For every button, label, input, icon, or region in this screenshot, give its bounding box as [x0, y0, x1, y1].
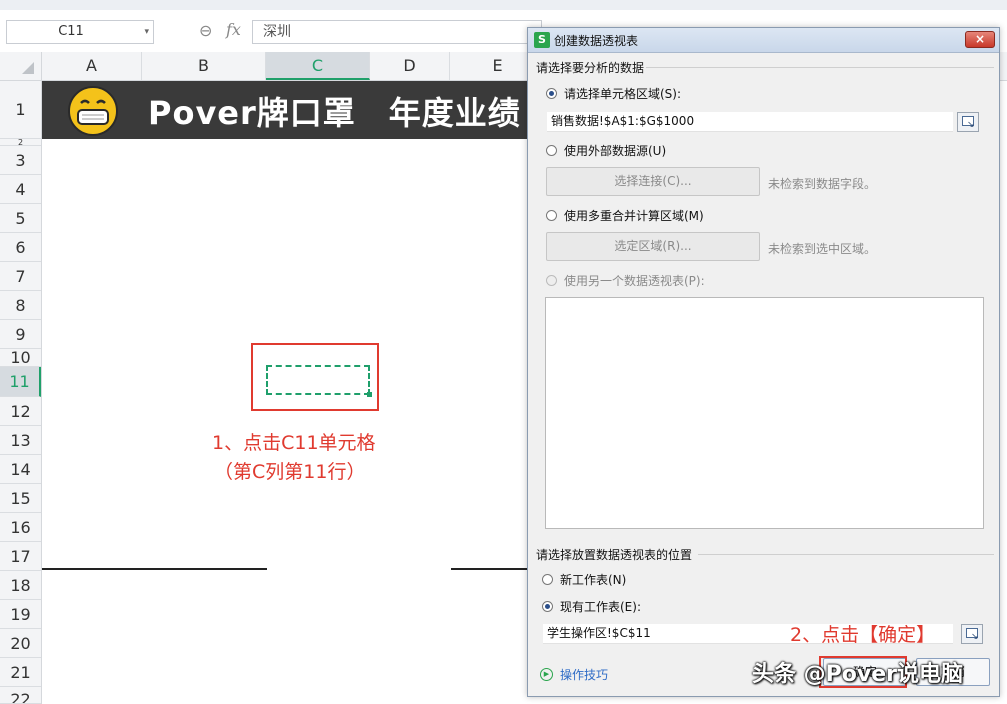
label-multi-consolidation: 使用多重合并计算区域(M)	[564, 209, 704, 223]
formula-value: 深圳	[263, 24, 291, 40]
selected-cell-c11[interactable]	[266, 365, 370, 395]
row-header-10[interactable]: 10	[0, 349, 41, 367]
label-other-pivot: 使用另一个数据透视表(P):	[564, 274, 705, 288]
mask-face-logo-icon	[68, 86, 118, 136]
column-header-d[interactable]: D	[370, 52, 450, 80]
app-icon: S	[534, 32, 550, 48]
row-header-21[interactable]: 21	[0, 658, 41, 687]
label-external-source: 使用外部数据源(U)	[564, 144, 667, 158]
row-headers: 1 2 3 4 5 6 7 8 9 10 11 12 13 14 15 16 1…	[0, 81, 42, 704]
section-location-heading: 请选择放置数据透视表的位置	[536, 548, 693, 562]
range-input[interactable]: 销售数据!$A$1:$G$1000	[547, 112, 953, 132]
row-header-1[interactable]: 1	[0, 81, 41, 139]
range-picker-button[interactable]: ↘	[957, 112, 979, 132]
select-all-icon	[22, 62, 34, 74]
pivot-list-box[interactable]	[545, 297, 984, 529]
watermark: 头条 @Pover说电脑	[752, 662, 964, 687]
row-header-18[interactable]: 18	[0, 571, 41, 600]
row-header-22[interactable]: 22	[0, 687, 41, 704]
banner-title: Pover牌口罩 年度业绩	[148, 94, 521, 132]
row-header-11[interactable]: 11	[0, 367, 41, 397]
choose-region-button[interactable]: 选定区域(R)...	[546, 232, 760, 261]
fill-handle[interactable]	[367, 392, 372, 397]
radio-existing-sheet[interactable]	[542, 601, 553, 612]
dialog-titlebar[interactable]: S 创建数据透视表 ×	[528, 28, 999, 53]
close-button[interactable]: ×	[965, 31, 995, 48]
row-header-6[interactable]: 6	[0, 233, 41, 262]
top-strip	[0, 0, 1007, 10]
no-fields-message: 未检索到数据字段。	[768, 177, 877, 191]
row-header-5[interactable]: 5	[0, 204, 41, 233]
row-header-13[interactable]: 13	[0, 426, 41, 455]
row-header-9[interactable]: 9	[0, 320, 41, 349]
no-region-message: 未检索到选中区域。	[768, 242, 877, 256]
radio-other-pivot[interactable]	[546, 275, 557, 286]
divider	[646, 67, 994, 68]
name-box-value: C11	[58, 24, 84, 39]
column-header-b[interactable]: B	[142, 52, 266, 80]
row-header-19[interactable]: 19	[0, 600, 41, 629]
choose-connection-button[interactable]: 选择连接(C)...	[546, 167, 760, 196]
select-all-corner[interactable]	[0, 52, 42, 80]
row-header-12[interactable]: 12	[0, 397, 41, 426]
radio-multi-consolidation[interactable]	[546, 210, 557, 221]
location-picker-button[interactable]: ↘	[961, 624, 983, 644]
radio-new-sheet[interactable]	[542, 574, 553, 585]
cell-border-line	[451, 568, 531, 570]
row-header-16[interactable]: 16	[0, 513, 41, 542]
radio-external-source[interactable]	[546, 145, 557, 156]
dialog-title: 创建数据透视表	[554, 34, 639, 48]
row-header-3[interactable]: 3	[0, 146, 41, 175]
row-header-7[interactable]: 7	[0, 262, 41, 291]
row-header-2[interactable]: 2	[0, 139, 41, 146]
row-header-14[interactable]: 14	[0, 455, 41, 484]
label-new-sheet: 新工作表(N)	[560, 573, 627, 587]
tips-link[interactable]: 操作技巧	[560, 666, 608, 683]
row-header-4[interactable]: 4	[0, 175, 41, 204]
row-header-15[interactable]: 15	[0, 484, 41, 513]
row-header-20[interactable]: 20	[0, 629, 41, 658]
annotation-step2: 2、点击【确定】	[790, 624, 936, 646]
name-box[interactable]: C11 ▾	[6, 20, 154, 44]
label-existing-sheet: 现有工作表(E):	[560, 600, 641, 614]
row-header-17[interactable]: 17	[0, 542, 41, 571]
row-header-8[interactable]: 8	[0, 291, 41, 320]
column-header-c[interactable]: C	[266, 52, 370, 80]
play-tips-icon[interactable]: ▶	[540, 668, 553, 681]
fx-icon[interactable]: fx	[226, 20, 241, 39]
formula-input[interactable]: 深圳	[252, 20, 542, 44]
zoom-icon[interactable]: ⊖	[199, 21, 212, 40]
label-cell-range: 请选择单元格区域(S):	[564, 87, 682, 101]
divider	[698, 554, 994, 555]
column-header-a[interactable]: A	[42, 52, 142, 80]
annotation-step1: 1、点击C11单元格	[212, 432, 376, 454]
create-pivot-dialog: S 创建数据透视表 × 请选择要分析的数据 请选择单元格区域(S): 销售数据!…	[527, 27, 1000, 697]
section-source-heading: 请选择要分析的数据	[536, 61, 645, 75]
chevron-down-icon[interactable]: ▾	[144, 27, 149, 37]
annotation-step1-detail: （第C列第11行）	[214, 461, 366, 483]
radio-cell-range[interactable]	[546, 88, 557, 99]
cell-border-line	[42, 568, 267, 570]
